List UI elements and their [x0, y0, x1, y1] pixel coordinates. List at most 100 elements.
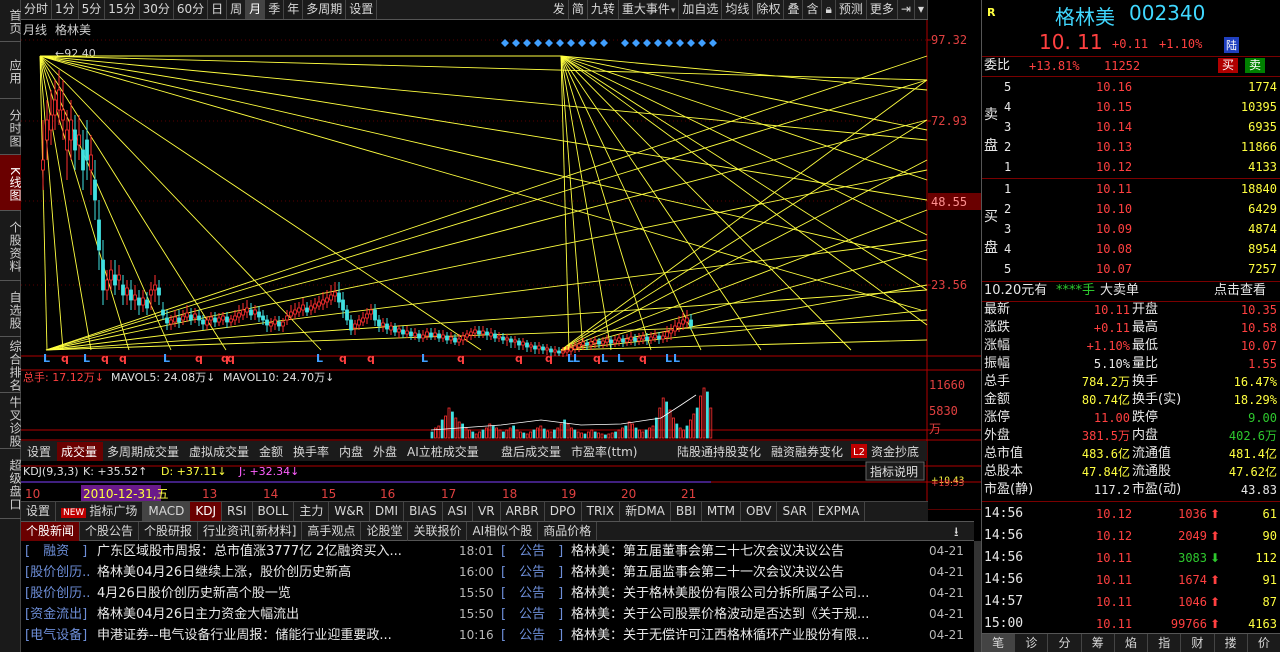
indicator-tab-6[interactable]: 内盘 — [339, 444, 363, 459]
lower-tab-13[interactable]: DPO — [545, 502, 582, 521]
news-tab-0[interactable]: 个股新闻 — [21, 521, 81, 541]
vtab-6[interactable]: 综合排名 — [0, 337, 22, 393]
detail-tab-5[interactable]: 指 — [1148, 634, 1182, 652]
period-tab-10[interactable]: 年 — [284, 0, 304, 19]
lower-tab-20[interactable]: EXPMA — [813, 502, 866, 521]
period-tab-8[interactable]: 月 — [246, 0, 266, 19]
toolbar-item-0[interactable]: 发 — [550, 0, 569, 19]
lower-tab-12[interactable]: ARBR — [501, 502, 545, 521]
lower-tab-3[interactable]: KDJ — [190, 502, 222, 521]
news-item[interactable]: [资金流出] 格林美04月26日主力资金大幅流出 15:50 — [25, 604, 505, 625]
indicator-tab-7[interactable]: 外盘 — [373, 444, 397, 459]
news-tab-8[interactable]: 商品价格 — [538, 521, 598, 541]
indicator-tab-10[interactable]: 市盈率(ttm) — [571, 444, 637, 459]
lower-tab-10[interactable]: ASI — [443, 502, 474, 521]
chevron-down-icon[interactable]: ▾ — [915, 0, 928, 19]
toolbar-item-8[interactable]: 含 — [803, 0, 823, 19]
vtab-3[interactable]: K线图 — [0, 155, 22, 211]
news-tab-2[interactable]: 个股研报 — [139, 521, 199, 541]
detail-tab-4[interactable]: 焰 — [1115, 634, 1149, 652]
detail-tab-0[interactable]: 笔 — [982, 634, 1016, 652]
detail-tab-8[interactable]: 价 — [1248, 634, 1280, 652]
period-tab-2[interactable]: 5分 — [79, 0, 106, 19]
asks-row[interactable]: 3 10.14 6935 — [982, 117, 1280, 137]
vtab-5[interactable]: 自选股 — [0, 281, 22, 337]
news-item[interactable]: [电气设备] 申港证券--电气设备行业周报：储能行业迎重要政... 10:16 — [25, 625, 505, 646]
indicator-tab-1[interactable]: 成交量 — [61, 444, 97, 459]
lock-icon[interactable]: 🔒︎ — [822, 0, 836, 19]
period-tab-1[interactable]: 1分 — [52, 0, 79, 19]
news-tab-4[interactable]: 高手观点 — [302, 521, 362, 541]
vtab-2[interactable]: 分时图 — [0, 99, 22, 155]
indicator-help-button[interactable]: 指标说明 — [870, 464, 918, 479]
indicator-tab-2[interactable]: 多周期成交量 — [107, 444, 179, 459]
toolbar-item-1[interactable]: 简 — [569, 0, 588, 19]
asks-row[interactable]: 2 10.13 11866 — [982, 137, 1280, 157]
bids-row[interactable]: 1 10.11 18840 — [982, 179, 1280, 199]
lower-tab-15[interactable]: 新DMA — [620, 502, 671, 521]
detail-tab-6[interactable]: 财 — [1181, 634, 1215, 652]
lower-tab-0[interactable]: 设置 — [21, 502, 57, 521]
news-tab-6[interactable]: 关联报价 — [408, 521, 468, 541]
news-item[interactable]: [ 融资 ] 广东区域股市周报：总市值涨3777亿 2亿融资买入... 18:01 — [25, 541, 505, 562]
period-tab-5[interactable]: 60分 — [174, 0, 209, 19]
lower-tab-5[interactable]: BOLL — [253, 502, 295, 521]
detail-tab-2[interactable]: 分 — [1048, 634, 1082, 652]
toolbar-item-7[interactable]: 叠 — [784, 0, 804, 19]
notice-item[interactable]: [ 公告 ] 格林美：关于格林美股份有限公司分拆所属子公司... 04-21 — [501, 583, 973, 604]
period-tab-6[interactable]: 日 — [208, 0, 228, 19]
lower-tab-19[interactable]: SAR — [777, 502, 813, 521]
toolbar-item-9[interactable]: 预测 — [836, 0, 867, 19]
vtab-0[interactable]: 首页 — [0, 0, 22, 42]
notice-item[interactable]: [ 公告 ] 格林美：第五届监事会第二十一次会议决议公告 04-21 — [501, 562, 973, 583]
lower-tab-14[interactable]: TRIX — [582, 502, 621, 521]
detail-tab-7[interactable]: 搂 — [1215, 634, 1248, 652]
asks-row[interactable]: 4 10.15 10395 — [982, 97, 1280, 117]
indicator-tab-9[interactable]: 盘后成交量 — [501, 444, 561, 459]
notice-item[interactable]: [ 公告 ] 格林美：关于公司股票价格波动是否达到《关于规... 04-21 — [501, 604, 973, 625]
detail-tab-1[interactable]: 诊 — [1015, 634, 1049, 652]
indicator-tab-0[interactable]: 设置 — [27, 445, 51, 459]
period-tab-12[interactable]: 设置 — [346, 0, 378, 19]
news-tab-3[interactable]: 行业资讯[新材料] — [198, 521, 303, 541]
toolbar-item-3[interactable]: 重大事件 — [619, 0, 680, 19]
toolbar-item-5[interactable]: 均线 — [722, 0, 754, 19]
lower-tab-7[interactable]: W&R — [329, 502, 370, 521]
bids-row[interactable]: 2 10.10 6429 — [982, 199, 1280, 219]
lower-tab-9[interactable]: BIAS — [404, 502, 443, 521]
toolbar-item-6[interactable]: 除权 — [753, 0, 785, 19]
asks-row[interactable]: 1 10.12 4133 — [982, 157, 1280, 177]
lower-tab-11[interactable]: VR — [473, 502, 501, 521]
asks-row[interactable]: 5 10.16 1774 — [982, 77, 1280, 97]
period-tab-9[interactable]: 季 — [265, 0, 285, 19]
indicator-tab-5[interactable]: 换手率 — [293, 444, 329, 459]
lower-tab-2[interactable]: MACD — [143, 502, 191, 521]
news-tab-1[interactable]: 个股公告 — [80, 521, 140, 541]
lower-tab-17[interactable]: MTM — [702, 502, 741, 521]
toolbar-item-2[interactable]: 九转 — [588, 0, 619, 19]
toolbar-item-10[interactable]: 更多 — [867, 0, 898, 19]
indicator-tab-12[interactable]: 融资融券变化 — [771, 444, 843, 459]
bids-row[interactable]: 4 10.08 8954 — [982, 239, 1280, 259]
toolbar-item-4[interactable]: 加自选 — [679, 0, 723, 19]
period-tab-4[interactable]: 30分 — [140, 0, 174, 19]
indicator-tab-11[interactable]: 陆股通持股变化 — [677, 444, 761, 459]
news-tab-5[interactable]: 论股堂 — [361, 521, 409, 541]
vtab-8[interactable]: 超级盘口 — [0, 449, 22, 519]
lower-tab-18[interactable]: OBV — [741, 502, 778, 521]
lower-tab-8[interactable]: DMI — [370, 502, 405, 521]
vtab-7[interactable]: 牛叉诊股 — [0, 393, 22, 449]
kline-chart[interactable]: 97.3272.9348.5523.5648.55月线格林美←92.40LqLq… — [21, 20, 981, 510]
bids-row[interactable]: 3 10.09 4874 — [982, 219, 1280, 239]
news-scrollbar[interactable] — [974, 541, 981, 652]
period-tab-0[interactable]: 分时 — [21, 0, 53, 19]
news-item[interactable]: [股价创历.. 格林美04月26日继续上涨，股价创历史新高 16:00 — [25, 562, 505, 583]
lower-tab-4[interactable]: RSI — [222, 502, 253, 521]
detail-tab-3[interactable]: 筹 — [1082, 634, 1115, 652]
indicator-tab-8[interactable]: AI立桩成交量 — [407, 444, 479, 459]
notice-item[interactable]: [ 公告 ] 格林美：关于无偿许可江西格林循环产业股份有限... 04-21 — [501, 625, 973, 646]
big-order-row[interactable]: 10.20元有 ****手 大卖单 点击查看 — [982, 281, 1280, 301]
big-order-link[interactable]: 点击查看 — [1214, 281, 1266, 301]
buy-button[interactable]: 买 — [1218, 58, 1239, 73]
period-tab-7[interactable]: 周 — [227, 0, 247, 19]
